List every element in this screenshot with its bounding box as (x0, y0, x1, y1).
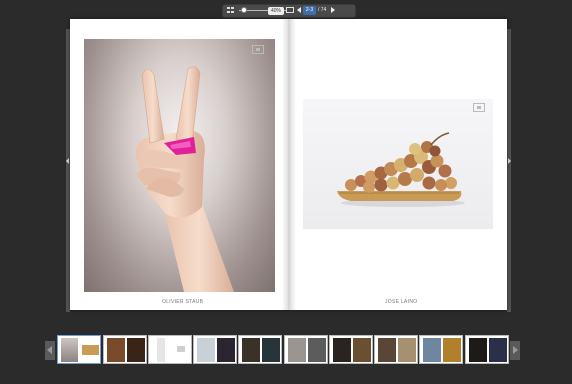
grape-shoe-illustration (337, 132, 465, 207)
fullscreen-icon[interactable] (286, 7, 294, 13)
thumbnail-item[interactable] (238, 335, 282, 364)
thumbnails-prev-button[interactable] (45, 341, 55, 360)
next-spread-icon[interactable] (508, 158, 511, 164)
thumbnail-item[interactable] (103, 335, 147, 364)
book-spread: OLIVIER STAUB JOSE LAINO (70, 19, 507, 310)
zoom-slider-knob[interactable] (241, 7, 247, 13)
thumbnail-item[interactable] (148, 335, 192, 364)
thumbnail-item[interactable] (57, 335, 101, 364)
thumbnail-item[interactable] (193, 335, 237, 364)
page-total: / 74 (318, 7, 327, 13)
thumbnails-grid-icon[interactable] (227, 7, 236, 15)
photo-logo-icon (473, 103, 485, 112)
previous-page-icon[interactable] (297, 7, 301, 13)
thumbnail-item[interactable] (419, 335, 463, 364)
zoom-level[interactable]: 40% (268, 7, 284, 15)
page-right[interactable]: JOSE LAINO (289, 19, 507, 310)
next-page-icon[interactable] (331, 7, 335, 13)
thumbnail-item[interactable] (284, 335, 328, 364)
hand-illustration (135, 66, 234, 292)
thumbnail-item[interactable] (329, 335, 373, 364)
thumbnail-item[interactable] (374, 335, 418, 364)
page-left[interactable]: OLIVIER STAUB (70, 19, 287, 310)
peace-sign-hand-photo (84, 39, 275, 292)
current-page-input[interactable]: 2-3 (303, 6, 316, 15)
prev-spread-icon[interactable] (66, 158, 69, 164)
book-edge-right (507, 29, 511, 312)
thumbnails-next-button[interactable] (510, 341, 520, 360)
thumbnail-item[interactable] (465, 335, 509, 364)
right-page-caption: JOSE LAINO (385, 299, 418, 305)
grape-shoe-photo (303, 99, 493, 229)
photo-logo-icon (252, 45, 264, 54)
left-page-caption: OLIVIER STAUB (162, 299, 204, 305)
